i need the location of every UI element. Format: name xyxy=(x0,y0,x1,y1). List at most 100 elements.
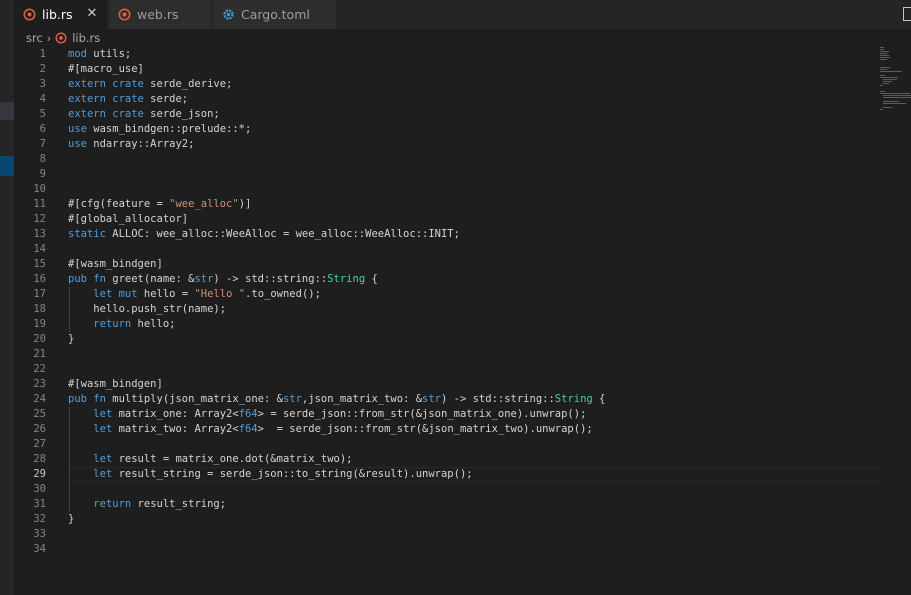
minimap-line xyxy=(880,93,910,94)
tab-label: web.rs xyxy=(137,7,179,22)
code-token: result = matrix_one.dot(&matrix_two); xyxy=(112,453,353,465)
code-token: } xyxy=(68,513,75,525)
code-line[interactable]: 9 xyxy=(14,167,884,182)
minimap-line xyxy=(883,79,897,80)
line-number: 28 xyxy=(33,453,46,465)
code-line[interactable]: 2 #[macro_use] xyxy=(14,62,884,77)
breadcrumb: src › lib.rs xyxy=(14,29,911,47)
code-text: let matrix_two: Array2<f64> = serde_json… xyxy=(68,422,592,437)
code-line[interactable]: 12 #[global_allocator] xyxy=(14,212,884,227)
tab-cargo-toml[interactable]: Cargo.toml xyxy=(213,0,337,29)
code-line[interactable]: 14 xyxy=(14,242,884,257)
minimap-line xyxy=(880,77,898,78)
code-token: hello; xyxy=(131,318,176,330)
code-line[interactable]: 5 extern crate serde_json; xyxy=(14,107,884,122)
line-number: 34 xyxy=(33,543,46,555)
code-line[interactable]: 6 use wasm_bindgen::prelude::*; xyxy=(14,122,884,137)
line-number: 7 xyxy=(39,138,46,150)
code-token: greet(name: & xyxy=(105,273,195,285)
code-line[interactable]: 23 #[wasm_bindgen] xyxy=(14,377,884,392)
code-line[interactable]: 8 xyxy=(14,152,884,167)
line-number: 2 xyxy=(39,63,46,75)
line-number: 19 xyxy=(33,318,46,330)
minimap[interactable] xyxy=(866,47,911,595)
line-number: 32 xyxy=(33,513,46,525)
tab-web-rs[interactable]: web.rs xyxy=(109,0,212,29)
code-line[interactable]: 21 xyxy=(14,347,884,362)
code-text: } xyxy=(68,512,74,527)
code-text: #[wasm_bindgen] xyxy=(68,257,163,272)
code-line[interactable]: 25 let matrix_one: Array2<f64> = serde_j… xyxy=(14,407,884,422)
minimap-line xyxy=(883,97,911,98)
code-line[interactable]: 16 pub fn greet(name: &str) -> std::strin… xyxy=(14,272,884,287)
keyword-token: let xyxy=(93,423,113,435)
string-token: "Hello " xyxy=(194,288,246,300)
line-number: 8 xyxy=(39,153,46,165)
code-line[interactable]: 22 xyxy=(14,362,884,377)
code-line[interactable]: 15 #[wasm_bindgen] xyxy=(14,257,884,272)
code-line[interactable]: 10 xyxy=(14,182,884,197)
code-line[interactable]: 17 let mut hello = "Hello ".to_owned(); xyxy=(14,287,884,302)
code-line[interactable]: 20} xyxy=(14,332,884,347)
minimap-line xyxy=(880,69,887,70)
keyword-token: let xyxy=(93,453,113,465)
code-line[interactable]: 11 #[cfg(feature = "wee_alloc")] xyxy=(14,197,884,212)
code-text: pub fn multiply(json_matrix_one: &str,js… xyxy=(68,392,605,407)
keyword-token: let xyxy=(93,468,113,480)
code-line[interactable]: 31 return result_string; xyxy=(14,497,884,512)
code-token: #[wasm_bindgen] xyxy=(68,258,163,270)
code-line[interactable]: 32} xyxy=(14,512,884,527)
code-text: } xyxy=(68,332,74,347)
close-icon[interactable]: ✕ xyxy=(85,7,99,21)
code-text: extern crate serde; xyxy=(68,92,188,107)
line-number: 29 xyxy=(33,468,46,480)
keyword-token: f64 xyxy=(238,423,258,435)
keyword-token: pub fn xyxy=(68,273,106,285)
code-line[interactable]: 30 xyxy=(14,482,884,497)
split-editor-icon[interactable] xyxy=(903,7,911,21)
code-line[interactable]: 29 let result_string = serde_json::to_st… xyxy=(14,467,884,482)
code-line[interactable]: 4 extern crate serde; xyxy=(14,92,884,107)
code-line[interactable]: 1 mod utils; xyxy=(14,47,884,62)
line-number: 6 xyxy=(39,123,46,135)
keyword-token: extern crate xyxy=(68,108,144,120)
line-number: 24 xyxy=(33,393,46,405)
line-number: 1 xyxy=(39,48,46,60)
code-line[interactable]: 13 static ALLOC: wee_alloc::WeeAlloc = we… xyxy=(14,227,884,242)
code-token: serde_json; xyxy=(143,108,220,120)
code-line[interactable]: 27 xyxy=(14,437,884,452)
code-line[interactable]: 33 xyxy=(14,527,884,542)
line-number: 20 xyxy=(33,333,46,345)
code-line[interactable]: 28 let result = matrix_one.dot(&matrix_t… xyxy=(14,452,884,467)
tab-lib-rs[interactable]: lib.rs ✕ xyxy=(14,0,108,29)
breadcrumb-file[interactable]: lib.rs xyxy=(72,31,100,45)
code-line[interactable]: 19 return hello; xyxy=(14,317,884,332)
line-number: 23 xyxy=(33,378,46,390)
rust-file-icon xyxy=(55,32,67,44)
code-text: let matrix_one: Array2<f64> = serde_json… xyxy=(68,407,586,422)
code-line[interactable]: 26 let matrix_two: Array2<f64> = serde_j… xyxy=(14,422,884,437)
code-line[interactable]: 34 xyxy=(14,542,884,557)
code-line[interactable]: 3 extern crate serde_derive; xyxy=(14,77,884,92)
code-editor[interactable]: 1 mod utils; 2 #[macro_use] 3 extern crate se… xyxy=(14,47,911,595)
code-token: .to_owned(); xyxy=(245,288,321,300)
code-line[interactable]: 24 pub fn multiply(json_matrix_one: &str,… xyxy=(14,392,884,407)
code-token: result_string; xyxy=(131,498,227,510)
keyword-token: mod xyxy=(68,48,87,60)
line-number: 22 xyxy=(33,363,46,375)
code-line[interactable]: 18 hello.push_str(name); xyxy=(14,302,884,317)
explorer-strip xyxy=(0,0,14,595)
keyword-token: use xyxy=(68,123,87,135)
minimap-line xyxy=(880,109,883,110)
line-number: 25 xyxy=(33,408,46,420)
code-token: { xyxy=(365,273,378,285)
code-token: hello.push_str(name); xyxy=(68,303,227,315)
minimap-line xyxy=(883,81,892,82)
breadcrumb-folder[interactable]: src xyxy=(26,31,43,45)
code-line[interactable]: 7 use ndarray::Array2; xyxy=(14,137,884,152)
type-token: String xyxy=(327,273,366,285)
